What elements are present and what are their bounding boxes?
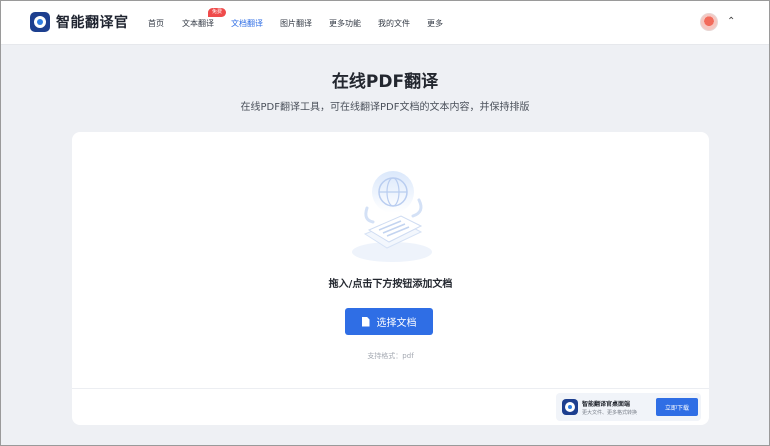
document-translate-icon bbox=[352, 171, 432, 262]
free-badge: 免费 bbox=[208, 7, 227, 17]
drop-hint-text: 拖入/点击下方按钮添加文档 bbox=[328, 279, 453, 290]
choose-document-button[interactable]: 选择文档 bbox=[345, 308, 433, 335]
promo-subtitle: 更大文件、更多格式转换 bbox=[582, 410, 638, 416]
download-now-button[interactable]: 立即下载 bbox=[656, 398, 698, 416]
app-name: 智能翻译官 bbox=[56, 15, 129, 31]
file-icon bbox=[361, 316, 370, 327]
panel-divider bbox=[72, 388, 709, 389]
top-navigation-bar: 智能翻译官 首页 文本翻译 免费 文档翻译 图片翻译 更多功能 我的文件 更多 … bbox=[1, 1, 769, 45]
nav-item-document-translate[interactable]: 文档翻译 bbox=[231, 18, 280, 29]
nav-item-my-files[interactable]: 我的文件 bbox=[378, 18, 427, 29]
promo-title: 智能翻译官桌面端 bbox=[582, 401, 631, 408]
nav-item-image-translate[interactable]: 图片翻译 bbox=[280, 18, 329, 29]
app-logo-icon bbox=[30, 12, 50, 32]
nav-item-text-translate[interactable]: 文本翻译 免费 bbox=[182, 7, 231, 29]
nav-item-label: 文本翻译 bbox=[182, 18, 214, 28]
chevron-up-icon[interactable]: ⌃ bbox=[727, 16, 735, 27]
nav-item-more[interactable]: 更多 bbox=[427, 18, 443, 29]
nav-item-home[interactable]: 首页 bbox=[148, 18, 182, 29]
supported-formats-text: 支持格式：pdf bbox=[367, 352, 414, 360]
desktop-app-logo-icon bbox=[562, 399, 578, 415]
main-nav: 首页 文本翻译 免费 文档翻译 图片翻译 更多功能 我的文件 更多 bbox=[148, 1, 443, 45]
page-title: 在线PDF翻译 bbox=[331, 72, 439, 92]
app-logo[interactable]: 智能翻译官 bbox=[30, 12, 129, 32]
nav-item-more-features[interactable]: 更多功能 bbox=[329, 18, 378, 29]
choose-document-label: 选择文档 bbox=[376, 318, 417, 329]
upload-panel[interactable]: 拖入/点击下方按钮添加文档 选择文档 支持格式：pdf 智能翻译官桌面端 更大文… bbox=[72, 132, 709, 425]
page-subtitle: 在线PDF翻译工具，可在线翻译PDF文档的文本内容，并保持排版 bbox=[240, 102, 530, 113]
user-avatar[interactable] bbox=[700, 13, 718, 31]
